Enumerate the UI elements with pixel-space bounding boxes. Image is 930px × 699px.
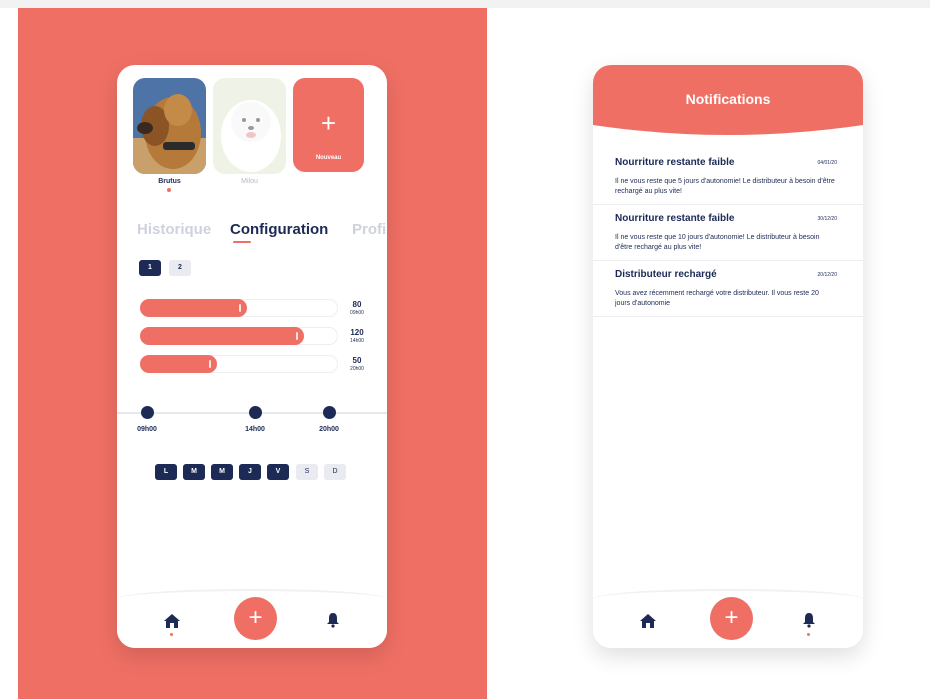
day-toggle-dimanche[interactable]: D [324, 464, 346, 480]
notification-title: Nourriture restante faible [615, 157, 735, 168]
slider-handle[interactable] [239, 304, 241, 312]
portion-value-1: 80 [352, 300, 362, 309]
active-tab-underline [233, 241, 251, 243]
pet-name-milou: Milou [241, 178, 258, 185]
portion-fill [140, 327, 304, 345]
notification-item[interactable]: Distributeur rechargé 20/12/20 Vous avez… [593, 269, 863, 317]
day-toggle-lundi[interactable]: L [155, 464, 177, 480]
tab-historique[interactable]: Historique [137, 221, 211, 238]
portion-slider-2[interactable] [140, 327, 338, 345]
notification-date: 30/12/20 [817, 216, 837, 222]
portion-slider-1[interactable] [140, 299, 338, 317]
top-strip [0, 0, 930, 8]
pet-photo-milou[interactable] [213, 78, 286, 174]
day-toggle-jeudi[interactable]: J [239, 464, 261, 480]
plus-icon: + [320, 108, 337, 138]
page-title: Notifications [685, 91, 771, 107]
notification-title: Distributeur rechargé [615, 269, 717, 280]
portion-time-2: 14h00 [350, 338, 364, 344]
add-pet-label: Nouveau [315, 155, 342, 161]
notification-item[interactable]: Nourriture restante faible 04/01/20 Il n… [593, 157, 863, 205]
dog-image [213, 78, 286, 174]
portion-value-2: 120 [350, 328, 364, 337]
timeline-point-1[interactable] [141, 406, 154, 419]
add-pet-button[interactable]: + Nouveau [293, 78, 364, 172]
config-screen: Brutus Milou + Nouveau Historique Config… [117, 65, 387, 648]
page-2-button[interactable]: 2 [169, 260, 191, 276]
slider-handle[interactable] [209, 360, 211, 368]
notification-date: 20/12/20 [817, 272, 837, 278]
notification-body: Il ne vous reste que 5 jours d'autonomie… [615, 178, 835, 195]
pet-photo-brutus[interactable] [133, 78, 206, 174]
bell-icon[interactable] [802, 612, 816, 628]
notifications-screen: Notifications Nourriture restante faible… [593, 65, 863, 648]
portion-fill [140, 355, 217, 373]
tab-profil[interactable]: Profi [352, 221, 386, 238]
day-toggle-vendredi[interactable]: V [267, 464, 289, 480]
notification-item[interactable]: Nourriture restante faible 30/12/20 Il n… [593, 213, 863, 261]
notification-date: 04/01/20 [817, 160, 837, 166]
timeline-label-3: 20h00 [319, 426, 339, 433]
bell-icon[interactable] [326, 612, 340, 628]
home-icon[interactable] [163, 613, 181, 629]
timeline-label-1: 09h00 [137, 426, 157, 433]
selected-pet-indicator [167, 188, 171, 192]
tab-bar: Historique Configuration Profi [137, 221, 387, 251]
timeline-point-2[interactable] [249, 406, 262, 419]
notification-body: Il ne vous reste que 10 jours d'autonomi… [615, 234, 820, 251]
day-toggle-mercredi[interactable]: M [211, 464, 233, 480]
portion-time-1: 09h00 [350, 310, 364, 316]
active-nav-indicator [807, 633, 810, 636]
nav-add-button[interactable]: + [710, 597, 753, 640]
pet-name-brutus: Brutus [158, 178, 181, 185]
page-1-button[interactable]: 1 [139, 260, 161, 276]
portion-fill [140, 299, 247, 317]
nav-add-button[interactable]: + [234, 597, 277, 640]
dog-image [133, 78, 206, 174]
portion-slider-3[interactable] [140, 355, 338, 373]
notifications-header: Notifications [593, 65, 863, 137]
notification-title: Nourriture restante faible [615, 213, 735, 224]
day-toggle-samedi[interactable]: S [296, 464, 318, 480]
home-icon[interactable] [639, 613, 657, 629]
active-nav-indicator [170, 633, 173, 636]
timeline-label-2: 14h00 [245, 426, 265, 433]
notification-body: Vous avez récemment rechargé votre distr… [615, 290, 819, 307]
mockup-canvas: Brutus Milou + Nouveau Historique Config… [0, 0, 930, 699]
timeline-point-3[interactable] [323, 406, 336, 419]
day-toggle-mardi[interactable]: M [183, 464, 205, 480]
portion-value-3: 50 [352, 356, 362, 365]
portion-time-3: 20h00 [350, 366, 364, 372]
slider-handle[interactable] [296, 332, 298, 340]
tab-configuration[interactable]: Configuration [230, 221, 328, 238]
